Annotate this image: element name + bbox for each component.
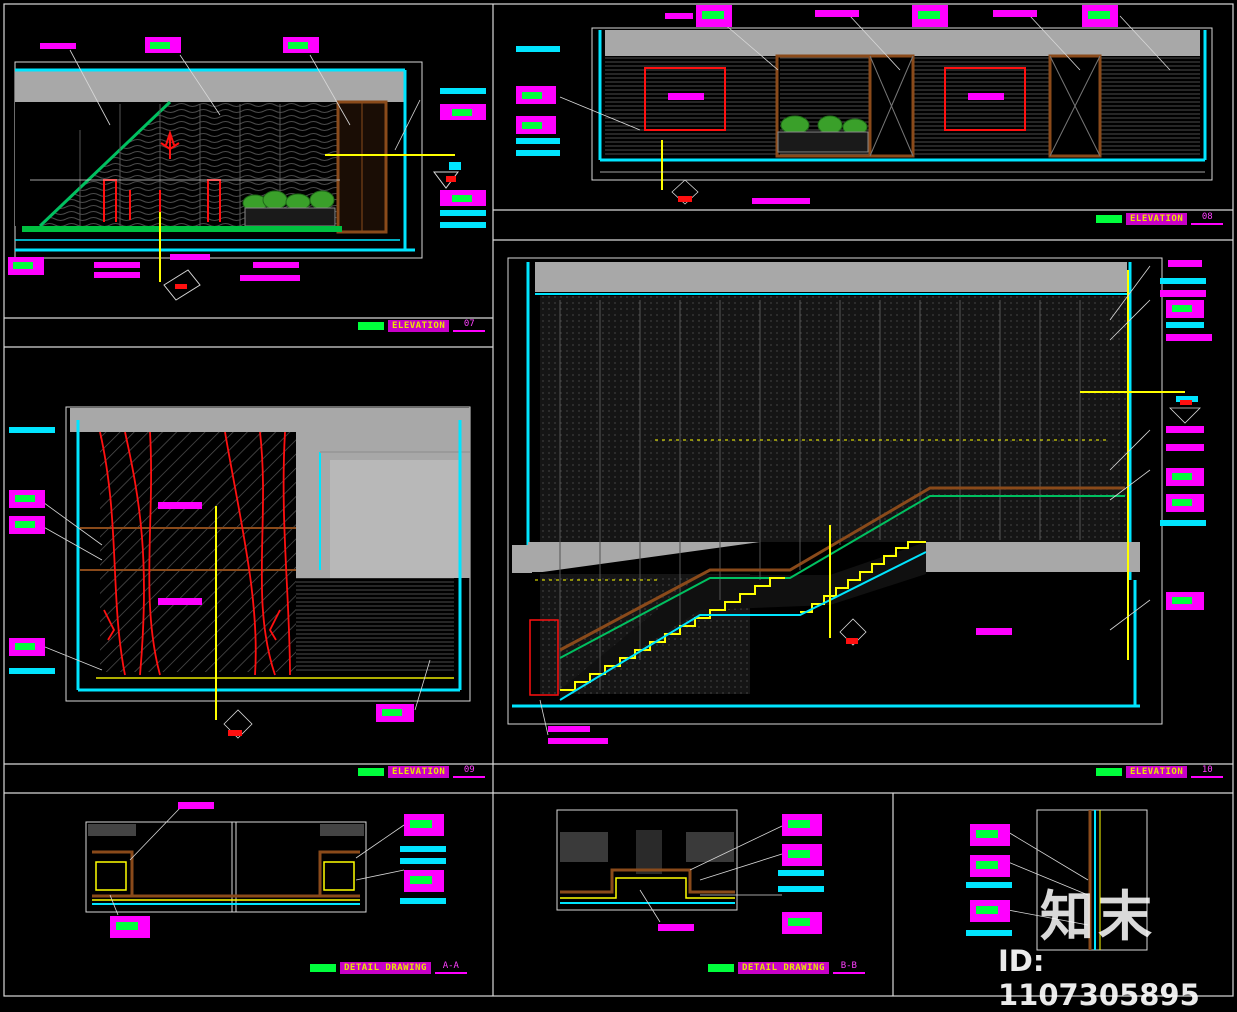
title-marker: [310, 963, 336, 972]
view-title-block: ELEVATION 08: [1096, 212, 1224, 225]
detail-bb-labels: [658, 814, 824, 934]
view-number: 08: [1191, 212, 1224, 225]
view-number: 09: [453, 765, 486, 778]
view-title-block: DETAIL DRAWING B-B: [708, 961, 865, 974]
view-title: DETAIL DRAWING: [340, 961, 431, 974]
title-marker: [358, 321, 384, 330]
title-marker: [1096, 214, 1122, 223]
title-marker: [708, 963, 734, 972]
elevation-09-drawing: [9, 406, 471, 739]
cad-drawing-sheet: [3, 3, 1234, 997]
view-number: A-A: [434, 961, 467, 974]
view-title: DETAIL DRAWING: [738, 961, 829, 974]
watermark-id: ID: 1107305895: [998, 944, 1200, 1012]
detail-bb-drawing: [556, 809, 824, 934]
elevation-07-drawing: [8, 37, 486, 301]
watermark-logo: 知末: [1040, 885, 1156, 948]
view-title: ELEVATION: [1126, 765, 1188, 778]
title-marker: [1096, 767, 1122, 776]
view-title: ELEVATION: [388, 319, 450, 332]
view-title-block: ELEVATION 09: [358, 765, 486, 778]
detail-aa-drawing: [85, 802, 446, 938]
elevation-10-drawing: [507, 257, 1212, 744]
elevation-08-drawing: [516, 5, 1213, 205]
view-number: 07: [453, 319, 486, 332]
view-title-block: ELEVATION 10: [1096, 765, 1224, 778]
view-title: ELEVATION: [1126, 212, 1188, 225]
view-title-block: ELEVATION 07: [358, 319, 486, 332]
view-title-block: DETAIL DRAWING A-A: [310, 961, 467, 974]
title-marker: [358, 767, 384, 776]
view-title: ELEVATION: [388, 765, 450, 778]
view-number: B-B: [832, 961, 865, 974]
detail-right-labels: [966, 824, 1012, 936]
view-number: 10: [1191, 765, 1224, 778]
